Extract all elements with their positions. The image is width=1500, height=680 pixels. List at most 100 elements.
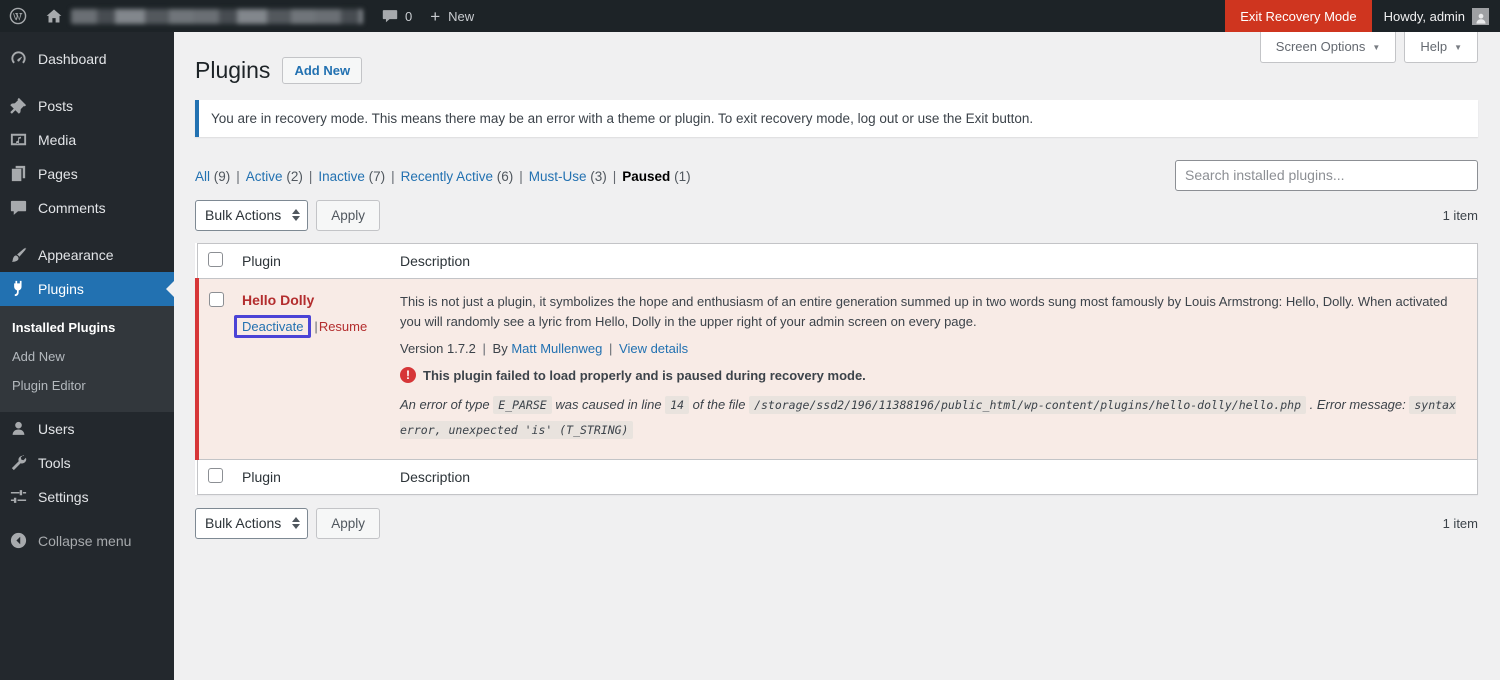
apply-button[interactable]: Apply <box>316 199 381 231</box>
media-icon <box>9 130 29 150</box>
sidebar-item-posts[interactable]: Posts <box>0 89 174 123</box>
sidebar-item-media[interactable]: Media <box>0 123 174 157</box>
sidebar-item-comments[interactable]: Comments <box>0 191 174 225</box>
by-label: By <box>492 341 508 357</box>
exit-recovery-mode-button[interactable]: Exit Recovery Mode <box>1225 0 1372 32</box>
help-tab[interactable]: Help <box>1404 32 1478 63</box>
avatar <box>1472 7 1489 25</box>
submenu-add-new[interactable]: Add New <box>0 342 174 371</box>
select-arrows-icon <box>292 209 301 222</box>
account-menu[interactable]: Howdy, admin <box>1372 7 1500 25</box>
table-row-hello-dolly: Hello Dolly Deactivate |Resume This is no… <box>195 278 1478 460</box>
filter-must-use[interactable]: Must-Use <box>529 169 587 184</box>
sidebar-item-settings[interactable]: Settings <box>0 480 174 514</box>
comments-count: 0 <box>405 8 413 24</box>
sidebar-item-appearance[interactable]: Appearance <box>0 238 174 272</box>
dashboard-icon <box>9 49 29 69</box>
add-new-button[interactable]: Add New <box>282 57 363 85</box>
new-content-menu[interactable]: + New <box>421 0 483 32</box>
comments-icon <box>9 198 29 218</box>
filter-recently-active[interactable]: Recently Active <box>401 169 493 184</box>
plus-icon: + <box>430 6 441 26</box>
items-count-bottom: 1 item <box>1442 515 1478 531</box>
howdy-label: Howdy, admin <box>1383 8 1465 24</box>
sidebar-item-label: Users <box>38 421 75 437</box>
sidebar-item-label: Collapse menu <box>38 533 132 549</box>
search-plugins-input[interactable] <box>1175 159 1478 191</box>
plugin-name: Hello Dolly <box>242 291 315 308</box>
collapse-menu-button[interactable]: Collapse menu <box>0 524 174 558</box>
site-menu[interactable] <box>36 0 372 32</box>
bulk-actions-label: Bulk Actions <box>205 515 282 532</box>
plugin-status-filters: All (9) | Active (2) | Inactive (7) | Recen… <box>195 168 691 184</box>
sidebar-item-label: Pages <box>38 166 78 182</box>
error-exclamation-icon <box>400 367 416 384</box>
sidebar-item-label: Posts <box>38 98 74 114</box>
sidebar-item-label: Appearance <box>38 247 114 263</box>
collapse-arrow-icon <box>9 531 29 551</box>
deactivate-link[interactable]: Deactivate <box>242 319 303 334</box>
filter-all[interactable]: All <box>195 169 210 184</box>
paused-notice-text: This plugin failed to load properly and … <box>423 367 866 383</box>
page-title: Plugins <box>195 57 271 83</box>
submenu-installed-plugins[interactable]: Installed Plugins <box>0 313 174 342</box>
column-footer-plugin: Plugin <box>242 468 281 485</box>
admin-bar: 0 + New Exit Recovery Mode Howdy, admin <box>0 0 1500 32</box>
filter-paused-current[interactable]: Paused <box>622 169 670 184</box>
sidebar-item-plugins[interactable]: Plugins <box>0 272 174 306</box>
filter-active[interactable]: Active <box>246 169 283 184</box>
wordpress-logo-icon <box>9 7 27 25</box>
error-type-code: E_PARSE <box>493 396 552 415</box>
wordpress-logo-menu[interactable] <box>0 0 36 32</box>
site-name-redacted <box>71 8 363 24</box>
select-all-checkbox-footer[interactable] <box>207 467 223 483</box>
brush-icon <box>9 245 29 265</box>
plugins-table: Plugin Description Hello Dolly Deactivat… <box>195 242 1478 495</box>
sidebar-item-pages[interactable]: Pages <box>0 157 174 191</box>
error-file-code: /storage/ssd2/196/11388196/public_html/w… <box>749 396 1307 415</box>
screen-options-tab[interactable]: Screen Options <box>1259 32 1397 63</box>
home-icon <box>45 7 63 25</box>
error-line-code: 14 <box>665 396 690 415</box>
items-count: 1 item <box>1442 207 1478 223</box>
comment-bubble-icon <box>381 7 399 25</box>
resume-link[interactable]: Resume <box>319 319 367 334</box>
wrench-icon <box>9 453 29 473</box>
plugin-version: Version 1.7.2 <box>400 341 476 357</box>
main-content: Screen Options Help Plugins Add New You … <box>174 32 1500 680</box>
sidebar-item-label: Tools <box>38 455 71 471</box>
submenu-plugin-editor[interactable]: Plugin Editor <box>0 371 174 400</box>
sidebar-item-label: Media <box>38 132 77 148</box>
deactivate-highlight-box: Deactivate <box>234 314 312 338</box>
column-header-description: Description <box>400 252 471 269</box>
error-detail-text: An error of type E_PARSE was caused in l… <box>400 396 1456 439</box>
view-details-link[interactable]: View details <box>619 341 688 356</box>
plugins-submenu: Installed Plugins Add New Plugin Editor <box>0 306 174 412</box>
recovery-mode-notice: You are in recovery mode. This means the… <box>195 99 1478 137</box>
settings-sliders-icon <box>9 487 29 507</box>
comments-shortcut[interactable]: 0 <box>372 0 421 32</box>
select-arrows-icon <box>292 517 301 530</box>
bulk-actions-label: Bulk Actions <box>205 207 282 224</box>
sidebar-item-dashboard[interactable]: Dashboard <box>0 42 174 76</box>
column-footer-description: Description <box>400 468 471 485</box>
sidebar-item-users[interactable]: Users <box>0 412 174 446</box>
sidebar-item-label: Dashboard <box>38 51 107 67</box>
filter-inactive[interactable]: Inactive <box>318 169 365 184</box>
author-link[interactable]: Matt Mullenweg <box>511 341 602 356</box>
pin-icon <box>9 96 29 116</box>
pages-icon <box>9 164 29 184</box>
bulk-actions-select[interactable]: Bulk Actions <box>195 199 309 231</box>
sidebar-item-tools[interactable]: Tools <box>0 446 174 480</box>
sidebar-item-label: Plugins <box>38 281 84 297</box>
column-header-plugin: Plugin <box>242 252 281 269</box>
sidebar-item-label: Comments <box>38 200 106 216</box>
bulk-actions-select-bottom[interactable]: Bulk Actions <box>195 507 309 539</box>
new-label: New <box>448 8 475 24</box>
row-checkbox[interactable] <box>209 291 224 307</box>
admin-menu: Dashboard Posts Media Pages Comments App… <box>0 32 174 680</box>
select-all-checkbox[interactable] <box>207 251 223 267</box>
sidebar-item-label: Settings <box>38 489 89 505</box>
screen-meta-links: Screen Options Help <box>1259 32 1478 63</box>
apply-button-bottom[interactable]: Apply <box>316 507 381 539</box>
